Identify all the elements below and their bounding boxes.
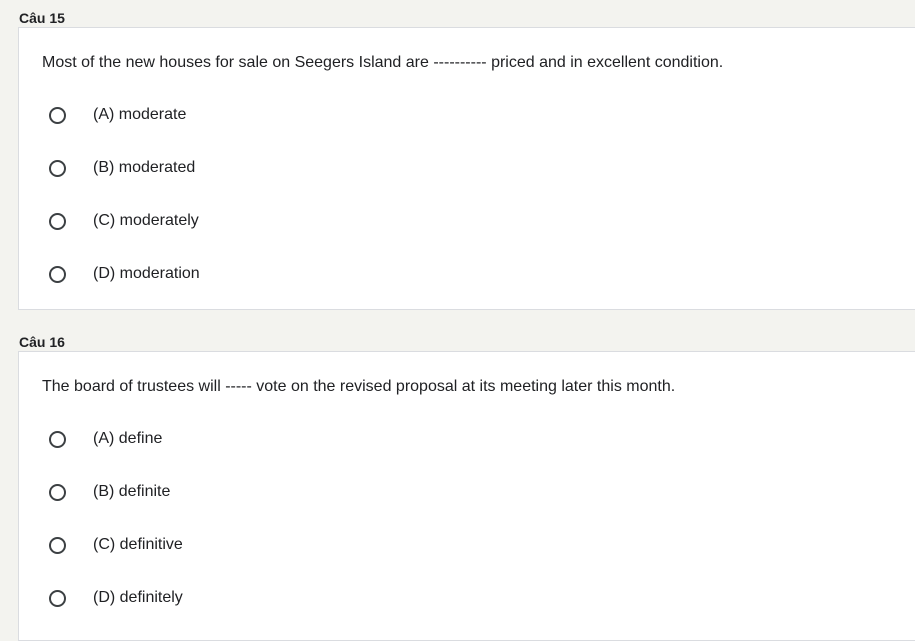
option-label: (B) definite <box>93 483 171 500</box>
question-number: Câu 15 <box>19 10 65 26</box>
question-text: The board of trustees will ----- vote on… <box>42 378 676 395</box>
option-label: (C) definitive <box>93 536 183 553</box>
answer-option[interactable]: (A) define <box>49 427 162 451</box>
option-label: (A) moderate <box>93 106 187 123</box>
option-label: (C) moderately <box>93 212 199 229</box>
radio-button[interactable] <box>49 430 66 448</box>
radio-button[interactable] <box>49 265 66 283</box>
radio-button[interactable] <box>49 106 66 124</box>
option-label: (A) define <box>93 430 163 447</box>
question-card: The board of trustees will ----- vote on… <box>18 351 915 641</box>
radio-button[interactable] <box>49 159 66 177</box>
radio-button[interactable] <box>49 589 66 607</box>
radio-button[interactable] <box>49 212 66 230</box>
radio-button[interactable] <box>49 536 66 554</box>
question-text: Most of the new houses for sale on Seege… <box>42 54 724 71</box>
radio-button[interactable] <box>49 483 66 501</box>
answer-option[interactable]: (B) moderated <box>49 156 195 180</box>
answer-option[interactable]: (D) moderation <box>49 262 200 286</box>
answer-option[interactable]: (A) moderate <box>49 103 186 127</box>
option-label: (B) moderated <box>93 159 196 176</box>
question-card: Most of the new houses for sale on Seege… <box>18 27 915 310</box>
option-label: (D) moderation <box>93 265 200 282</box>
answer-option[interactable]: (C) moderately <box>49 209 199 233</box>
answer-option[interactable]: (B) definite <box>49 480 170 504</box>
answer-option[interactable]: (D) definitely <box>49 586 183 610</box>
option-label: (D) definitely <box>93 589 183 606</box>
question-number: Câu 16 <box>19 334 65 350</box>
answer-option[interactable]: (C) definitive <box>49 533 183 557</box>
